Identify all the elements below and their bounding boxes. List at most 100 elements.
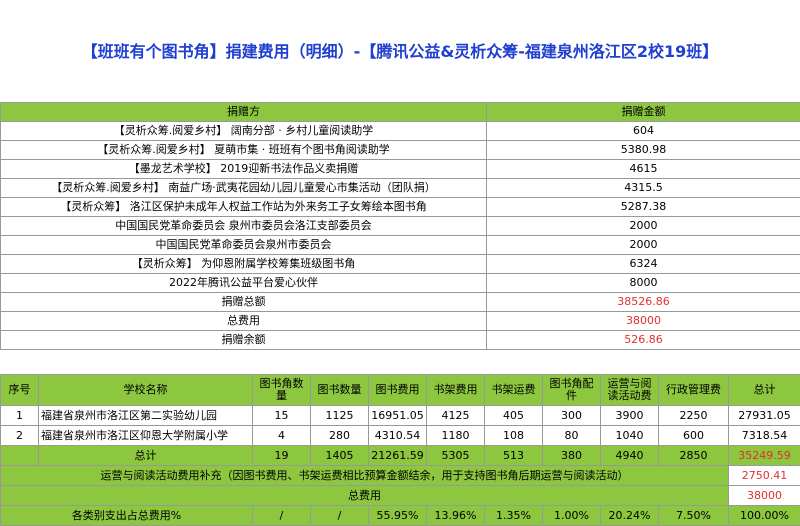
expense-header-cell: 学校名称 xyxy=(39,375,253,406)
donation-amount: 5380.98 xyxy=(487,141,800,160)
donation-row: 中国国民党革命委员会 泉州市委员会洛江支部委员会2000 xyxy=(1,217,800,236)
expense-cell: 7318.54 xyxy=(729,426,800,446)
expense-cell: 16951.05 xyxy=(369,406,427,426)
donor-name: 【灵析众筹】 为仰恩附属学校筹集班级图书角 xyxy=(1,255,487,274)
expense-cell: 福建省泉州市洛江区仰恩大学附属小学 xyxy=(39,426,253,446)
expenses-table: 序号学校名称图书角数量图书数量图书费用书架费用书架运费图书角配件运营与阅读活动费… xyxy=(0,374,800,526)
sum-cell: 35249.59 xyxy=(729,446,800,466)
total-label: 捐赠余额 xyxy=(1,331,487,350)
expense-cell: 3900 xyxy=(601,406,659,426)
sum-cell: 4940 xyxy=(601,446,659,466)
expense-row: 1福建省泉州市洛江区第二实验幼儿园15112516951.05412540530… xyxy=(1,406,800,426)
percentage-cell: / xyxy=(253,506,311,526)
donations-header-row: 捐赠方捐赠金额 xyxy=(1,103,800,122)
total-value: 38526.86 xyxy=(487,293,800,312)
total-label: 总费用 xyxy=(1,312,487,331)
expense-cell: 300 xyxy=(543,406,601,426)
donation-total-row: 捐赠总额38526.86 xyxy=(1,293,800,312)
supplement-row: 运营与阅读活动费用补充（因图书费用、书架运费相比预算金额结余，用于支持图书角后期… xyxy=(1,466,800,486)
expense-header-cell: 书架运费 xyxy=(485,375,543,406)
expense-cell: 2 xyxy=(1,426,39,446)
donor-name: 【灵析众筹】 洛江区保护未成年人权益工作站为外来务工子女筹绘本图书角 xyxy=(1,198,487,217)
donation-row: 中国国民党革命委员会泉州市委员会2000 xyxy=(1,236,800,255)
total-value: 38000 xyxy=(487,312,800,331)
expense-cell: 1040 xyxy=(601,426,659,446)
sum-cell: 1405 xyxy=(311,446,369,466)
supplement-label: 运营与阅读活动费用补充（因图书费用、书架运费相比预算金额结余，用于支持图书角后期… xyxy=(1,466,729,486)
donation-amount: 2000 xyxy=(487,236,800,255)
expense-cell: 2250 xyxy=(659,406,729,426)
expense-header-cell: 图书角数量 xyxy=(253,375,311,406)
donation-row: 2022年腾讯公益平台爱心伙伴8000 xyxy=(1,274,800,293)
expense-row: 2福建省泉州市洛江区仰恩大学附属小学42804310.5411801088010… xyxy=(1,426,800,446)
percentage-row: 各类别支出占总费用%//55.95%13.96%1.35%1.00%20.24%… xyxy=(1,506,800,526)
donation-row: 【灵析众筹.阅爱乡村】 南益广场·武夷花园幼儿园儿童爱心市集活动（团队捐）431… xyxy=(1,179,800,198)
donor-name: 【灵析众筹.阅爱乡村】 夏萌市集 · 班班有个图书角阅读助学 xyxy=(1,141,487,160)
donation-row: 【灵析众筹】 为仰恩附属学校筹集班级图书角6324 xyxy=(1,255,800,274)
expense-cell: 4 xyxy=(253,426,311,446)
expense-cell: 4310.54 xyxy=(369,426,427,446)
donation-row: 【灵析众筹.阅爱乡村】 阔南分部 · 乡村儿童阅读助学604 xyxy=(1,122,800,141)
donations-table: 捐赠方捐赠金额【灵析众筹.阅爱乡村】 阔南分部 · 乡村儿童阅读助学604【灵析… xyxy=(0,102,800,350)
donation-amount: 4615 xyxy=(487,160,800,179)
percentage-cell: 20.24% xyxy=(601,506,659,526)
donor-name: 中国国民党革命委员会泉州市委员会 xyxy=(1,236,487,255)
expense-cell: 15 xyxy=(253,406,311,426)
expense-header-cell: 总计 xyxy=(729,375,800,406)
total-value: 526.86 xyxy=(487,331,800,350)
expense-cell: 福建省泉州市洛江区第二实验幼儿园 xyxy=(39,406,253,426)
donation-row: 【灵析众筹】 洛江区保护未成年人权益工作站为外来务工子女筹绘本图书角5287.3… xyxy=(1,198,800,217)
sum-blank xyxy=(1,446,39,466)
sum-cell: 21261.59 xyxy=(369,446,427,466)
percentage-cell: 13.96% xyxy=(427,506,485,526)
donation-amount: 4315.5 xyxy=(487,179,800,198)
header-donor: 捐赠方 xyxy=(1,103,487,122)
donation-row: 【灵析众筹.阅爱乡村】 夏萌市集 · 班班有个图书角阅读助学5380.98 xyxy=(1,141,800,160)
supplement-value: 2750.41 xyxy=(729,466,800,486)
donor-name: 2022年腾讯公益平台爱心伙伴 xyxy=(1,274,487,293)
percentage-cell: 1.00% xyxy=(543,506,601,526)
percentage-cell: 100.00% xyxy=(729,506,800,526)
page-title: 【班班有个图书角】捐建费用（明细）-【腾讯公益&灵析众筹-福建泉州洛江区2校19… xyxy=(0,0,800,100)
percentage-cell: 1.35% xyxy=(485,506,543,526)
total-expense-row: 总费用38000 xyxy=(1,486,800,506)
donor-name: 【灵析众筹.阅爱乡村】 南益广场·武夷花园幼儿园儿童爱心市集活动（团队捐） xyxy=(1,179,487,198)
percentage-cell: 7.50% xyxy=(659,506,729,526)
expense-header-cell: 书架费用 xyxy=(427,375,485,406)
total-expense-label: 总费用 xyxy=(1,486,729,506)
expense-cell: 80 xyxy=(543,426,601,446)
expense-sum-row: 总计19140521261.5953055133804940285035249.… xyxy=(1,446,800,466)
expense-cell: 108 xyxy=(485,426,543,446)
sum-cell: 总计 xyxy=(39,446,253,466)
donation-row: 【墨龙艺术学校】 2019迎新书法作品义卖捐赠4615 xyxy=(1,160,800,179)
expense-header-cell: 序号 xyxy=(1,375,39,406)
donor-name: 【墨龙艺术学校】 2019迎新书法作品义卖捐赠 xyxy=(1,160,487,179)
expense-header-cell: 图书费用 xyxy=(369,375,427,406)
total-label: 捐赠总额 xyxy=(1,293,487,312)
donation-amount: 2000 xyxy=(487,217,800,236)
sum-cell: 513 xyxy=(485,446,543,466)
expense-header-cell: 运营与阅读活动费 xyxy=(601,375,659,406)
sum-cell: 19 xyxy=(253,446,311,466)
sum-cell: 380 xyxy=(543,446,601,466)
donation-amount: 8000 xyxy=(487,274,800,293)
header-amount: 捐赠金额 xyxy=(487,103,800,122)
donor-name: 中国国民党革命委员会 泉州市委员会洛江支部委员会 xyxy=(1,217,487,236)
expense-cell: 27931.05 xyxy=(729,406,800,426)
sum-cell: 5305 xyxy=(427,446,485,466)
expense-header-cell: 行政管理费 xyxy=(659,375,729,406)
donation-amount: 5287.38 xyxy=(487,198,800,217)
expenses-header-row: 序号学校名称图书角数量图书数量图书费用书架费用书架运费图书角配件运营与阅读活动费… xyxy=(1,375,800,406)
total-expense-value: 38000 xyxy=(729,486,800,506)
expense-header-cell: 图书数量 xyxy=(311,375,369,406)
expense-cell: 1180 xyxy=(427,426,485,446)
expense-cell: 405 xyxy=(485,406,543,426)
expense-header-cell: 图书角配件 xyxy=(543,375,601,406)
expense-cell: 600 xyxy=(659,426,729,446)
sum-cell: 2850 xyxy=(659,446,729,466)
donation-total-row: 总费用38000 xyxy=(1,312,800,331)
donation-amount: 604 xyxy=(487,122,800,141)
donation-amount: 6324 xyxy=(487,255,800,274)
percentage-label: 各类别支出占总费用% xyxy=(1,506,253,526)
percentage-cell: / xyxy=(311,506,369,526)
